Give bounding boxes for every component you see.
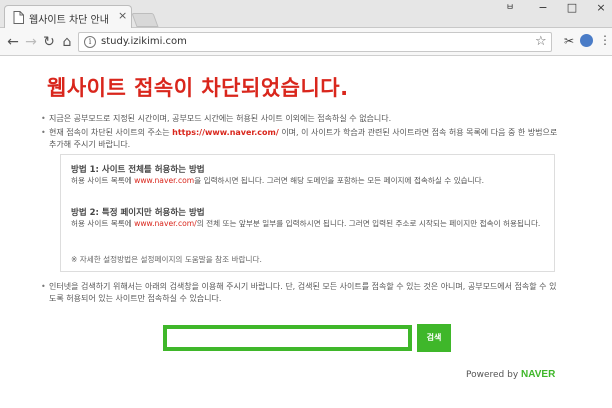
- naver-logo: NAVER: [521, 369, 556, 380]
- tab-close-icon[interactable]: ×: [118, 9, 127, 23]
- minimize-button[interactable]: −: [533, 1, 553, 15]
- back-icon[interactable]: ←: [4, 33, 22, 51]
- info-bullet-study-mode: 지금은 공부모드로 지정된 시간이며, 공부모드 시간에는 허용된 사이트 이외…: [41, 113, 563, 125]
- info-bullet-search: 인터넷을 검색하기 위해서는 아래의 검색창을 이용해 주시기 바랍니다. 단,…: [41, 281, 563, 305]
- menu-icon[interactable]: ⋮: [599, 34, 611, 46]
- method2-post: 의 전체 또는 앞부분 일부를 입력하시면 됩니다. 그러면 입력된 주소로 시…: [196, 219, 541, 228]
- site-info-icon[interactable]: i: [84, 36, 96, 48]
- browser-tab[interactable]: 웹사이트 차단 안내 ×: [4, 5, 132, 28]
- profile-icon[interactable]: ㅂ: [500, 1, 520, 15]
- extension-icon[interactable]: ✂: [564, 34, 574, 48]
- method1-post: 을 입력하시면 됩니다. 그러면 해당 도메인을 포함하는 모든 페이지에 접속…: [194, 176, 485, 185]
- powered-by: Powered by NAVER: [466, 369, 555, 380]
- help-note: ※ 자세한 설정방법은 설정페이지의 도움말을 참조 바랍니다.: [71, 255, 262, 264]
- maximize-button[interactable]: □: [562, 1, 582, 15]
- method2-title: 방법 2: 특정 페이지만 허용하는 방법: [71, 208, 205, 218]
- powered-by-label: Powered by: [466, 370, 522, 380]
- block-page: 웹사이트 접속이 차단되었습니다. 지금은 공부모드로 지정된 시간이며, 공부…: [0, 57, 612, 408]
- url-text[interactable]: study.izikimi.com: [101, 36, 187, 47]
- reload-icon[interactable]: ↻: [40, 33, 58, 51]
- new-tab-button[interactable]: [131, 13, 159, 27]
- tab-title: 웹사이트 차단 안내: [29, 15, 109, 26]
- address-bar[interactable]: i study.izikimi.com ☆: [78, 32, 552, 52]
- browser-toolbar: ← → ↻ ⌂ i study.izikimi.com ☆ ✂ ⋮: [0, 28, 612, 56]
- method1-text: 허용 사이트 목록에 www.naver.com을 입력하시면 됩니다. 그러면…: [71, 175, 549, 186]
- method1-title: 방법 1: 사이트 전체를 허용하는 방법: [71, 165, 205, 175]
- forward-icon[interactable]: →: [22, 33, 40, 51]
- search-button[interactable]: 검색: [417, 324, 451, 352]
- page-title: 웹사이트 접속이 차단되었습니다.: [47, 76, 349, 100]
- search-input[interactable]: [163, 325, 412, 351]
- tab-strip: 웹사이트 차단 안내 × ㅂ − □ ×: [0, 0, 612, 28]
- method2-text: 허용 사이트 목록에 www.naver.com/의 전체 또는 앞부분 일부를…: [71, 218, 549, 229]
- methods-box: 방법 1: 사이트 전체를 허용하는 방법 허용 사이트 목록에 www.nav…: [60, 154, 555, 272]
- method2-url: www.naver.com/: [134, 219, 197, 228]
- info-bullet-blocked-url: 현재 접속이 차단된 사이트의 주소는 https://www.naver.co…: [41, 127, 563, 151]
- extension-globe-icon[interactable]: [580, 34, 593, 47]
- method1-pre: 허용 사이트 목록에: [71, 176, 135, 185]
- blocked-url: https://www.naver.com/: [172, 128, 279, 137]
- method1-url: www.naver.com: [134, 176, 195, 185]
- method2-pre: 허용 사이트 목록에: [71, 219, 135, 228]
- page-icon: [13, 11, 24, 24]
- close-window-button[interactable]: ×: [591, 1, 611, 15]
- home-icon[interactable]: ⌂: [58, 33, 76, 51]
- bookmark-star-icon[interactable]: ☆: [535, 34, 547, 49]
- blocked-text-pre: 현재 접속이 차단된 사이트의 주소는: [49, 128, 173, 137]
